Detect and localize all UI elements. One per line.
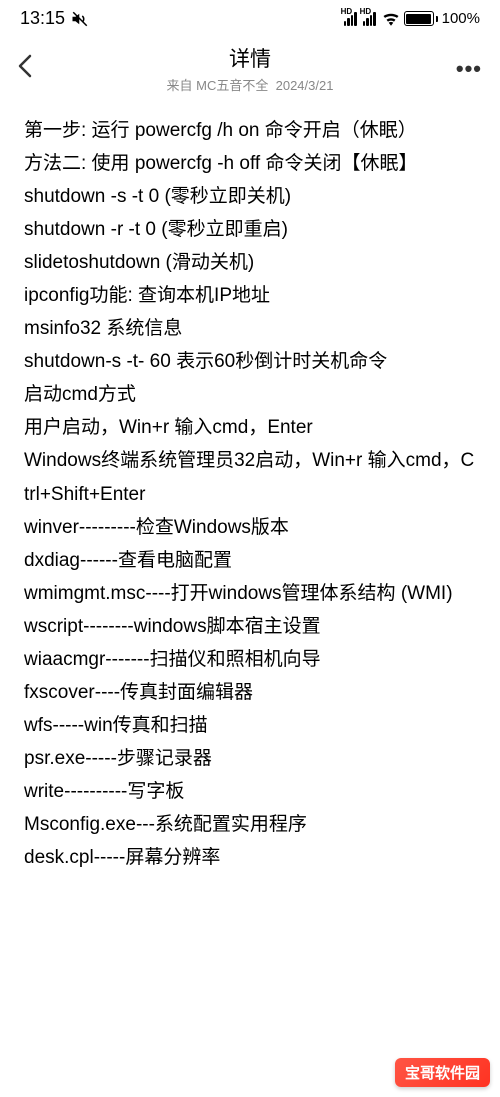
clock: 13:15: [20, 8, 65, 29]
content-line: shutdown -s -t 0 (零秒立即关机): [24, 180, 476, 213]
title-block: 详情 来自 MC五音不全 2024/3/21: [48, 43, 452, 94]
status-left: 13:15: [20, 8, 89, 29]
status-right: HD HD 100%: [344, 10, 480, 27]
mute-icon: [71, 10, 89, 28]
wifi-icon: [382, 12, 400, 26]
back-button[interactable]: [18, 53, 48, 85]
content-line: Msconfig.exe---系统配置实用程序: [24, 808, 476, 841]
content-line: dxdiag------查看电脑配置: [24, 544, 476, 577]
content-body: 第一步: 运行 powercfg /h on 命令开启（休眠） 方法二: 使用 …: [0, 100, 500, 874]
content-line: slidetoshutdown (滑动关机): [24, 246, 476, 279]
signal-2: HD: [363, 12, 376, 26]
content-line: wfs-----win传真和扫描: [24, 709, 476, 742]
content-line: msinfo32 系统信息: [24, 312, 476, 345]
content-line: shutdown-s -t- 60 表示60秒倒计时关机命令: [24, 345, 476, 378]
content-line: Windows终端系统管理员32启动，Win+r 输入cmd，Ctrl+Shif…: [24, 444, 476, 510]
content-line: 用户启动，Win+r 输入cmd，Enter: [24, 411, 476, 444]
content-line: wscript--------windows脚本宿主设置: [24, 610, 476, 643]
content-line: winver---------检查Windows版本: [24, 511, 476, 544]
content-line: 启动cmd方式: [24, 378, 476, 411]
content-line: 第一步: 运行 powercfg /h on 命令开启（休眠）: [24, 114, 476, 147]
more-button[interactable]: •••: [452, 56, 482, 82]
content-line: wmimgmt.msc----打开windows管理体系结构 (WMI): [24, 577, 476, 610]
page-title: 详情: [48, 43, 452, 73]
content-line: fxscover----传真封面编辑器: [24, 676, 476, 709]
content-line: write----------写字板: [24, 775, 476, 808]
content-line: psr.exe-----步骤记录器: [24, 742, 476, 775]
content-line: ipconfig功能: 查询本机IP地址: [24, 279, 476, 312]
status-bar: 13:15 HD HD 100%: [0, 0, 500, 33]
battery-percent: 100%: [442, 10, 480, 27]
nav-header: 详情 来自 MC五音不全 2024/3/21 •••: [0, 33, 500, 100]
signal-1: HD: [344, 12, 357, 26]
watermark-badge: 宝哥软件园: [395, 1058, 490, 1087]
content-line: 方法二: 使用 powercfg -h off 命令关闭【休眠】: [24, 147, 476, 180]
content-line: shutdown -r -t 0 (零秒立即重启): [24, 213, 476, 246]
page-subtitle: 来自 MC五音不全 2024/3/21: [48, 75, 452, 94]
content-line: desk.cpl-----屏幕分辨率: [24, 841, 476, 874]
content-line: wiaacmgr-------扫描仪和照相机向导: [24, 643, 476, 676]
battery-icon: [404, 11, 438, 26]
